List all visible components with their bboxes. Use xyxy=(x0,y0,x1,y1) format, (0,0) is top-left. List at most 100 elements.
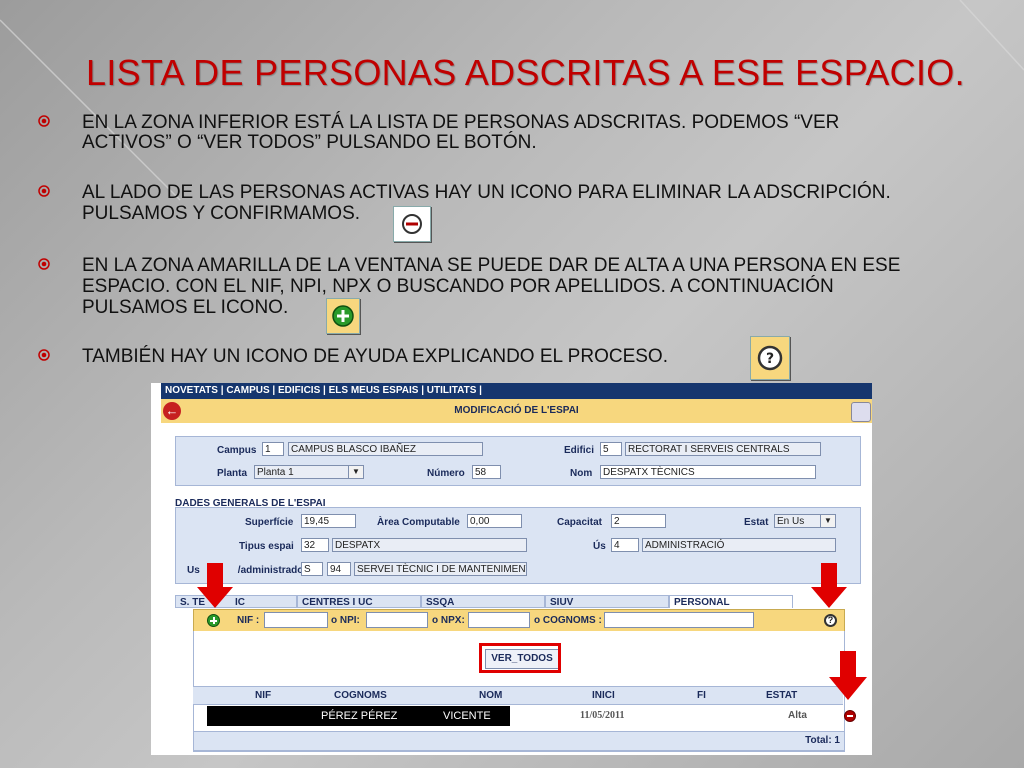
superficie-field[interactable]: 19,45 xyxy=(301,514,356,528)
chevron-down-icon[interactable]: ▼ xyxy=(348,466,363,478)
bullet-text: TAMBIÉN HAY UN ICONO DE AYUDA EXPLICANDO… xyxy=(82,346,668,367)
admin-label-part: /administrador xyxy=(237,565,308,576)
estat-label: Estat xyxy=(744,517,769,528)
tab-personal[interactable]: PERSONAL xyxy=(669,595,793,608)
bullet-text: EN LA ZONA INFERIOR ESTÁ LA LISTA DE PER… xyxy=(82,112,840,133)
admin-code2-field[interactable]: 94 xyxy=(327,562,351,576)
estat-cell: Alta xyxy=(788,710,807,721)
bullet-text: AL LADO DE LAS PERSONAS ACTIVAS HAY UN I… xyxy=(82,182,891,203)
remove-person-icon[interactable] xyxy=(844,710,856,722)
plus-circle-icon xyxy=(332,305,354,327)
area-label: Àrea Computable xyxy=(377,517,460,528)
capacitat-label: Capacitat xyxy=(557,517,603,528)
nom-field[interactable]: DESPATX TÈCNICS xyxy=(600,465,816,479)
campus-label: Campus xyxy=(217,445,257,456)
cognoms-label: o COGNOMS : xyxy=(534,615,602,626)
highlight-box xyxy=(479,643,561,673)
remove-icon-sample xyxy=(393,206,431,242)
edifici-label: Edifici xyxy=(564,445,595,456)
column-header: INICI xyxy=(592,690,615,701)
help-icon[interactable]: ? xyxy=(824,614,837,627)
campus-code-field[interactable]: 1 xyxy=(262,442,284,456)
npx-label: o NPX: xyxy=(432,615,465,626)
table-footer: Total: 1 xyxy=(193,731,845,751)
campus-name-field[interactable]: CAMPUS BLASCO IBAÑEZ xyxy=(288,442,483,456)
bullet-icon xyxy=(38,349,50,361)
admin-code1-field[interactable]: S xyxy=(301,562,323,576)
red-arrow-icon xyxy=(829,651,867,700)
estat-select[interactable]: En Us ▼ xyxy=(774,514,836,528)
help-icon: ? xyxy=(757,345,783,371)
superficie-label: Superfície xyxy=(245,517,294,528)
table-row: PÉREZ PÉREZ VICENTE 11/05/2011 Alta xyxy=(207,706,856,726)
nif-label: NIF : xyxy=(237,615,260,626)
slide-title: LISTA DE PERSONAS ADSCRITAS A ESE ESPACI… xyxy=(86,52,965,93)
numero-label: Número xyxy=(427,468,465,479)
edifici-name-field[interactable]: RECTORAT I SERVEIS CENTRALS xyxy=(625,442,821,456)
tab-ssqa[interactable]: SSQA xyxy=(421,595,545,608)
bullet-icon xyxy=(38,185,50,197)
nif-input[interactable] xyxy=(264,612,328,628)
tab-label: SSQA xyxy=(426,597,455,608)
bullet-text: EN LA ZONA AMARILLA DE LA VENTANA SE PUE… xyxy=(82,255,901,276)
planta-value: Planta 1 xyxy=(257,467,294,478)
column-header: COGNOMS xyxy=(334,690,387,701)
bullet-icon xyxy=(38,258,50,270)
app-screenshot: NOVETATS | CAMPUS | EDIFICIS | ELS MEUS … xyxy=(151,383,872,755)
bullet-text: ACTIVOS” O “VER TODOS” PULSANDO EL BOTÓN… xyxy=(82,132,537,153)
us-label: Ús xyxy=(593,541,606,552)
numero-field[interactable]: 58 xyxy=(472,465,501,479)
print-icon[interactable] xyxy=(851,402,871,422)
area-field[interactable]: 0,00 xyxy=(467,514,522,528)
column-header: NOM xyxy=(479,690,503,701)
tipus-name-field[interactable]: DESPATX xyxy=(332,538,527,552)
chevron-down-icon[interactable]: ▼ xyxy=(820,515,835,527)
us-name-field[interactable]: ADMINISTRACIÓ xyxy=(642,538,836,552)
edifici-code-field[interactable]: 5 xyxy=(600,442,622,456)
tab-serveis-tecnics[interactable]: S. TE IC xyxy=(175,595,297,608)
cognoms-input[interactable] xyxy=(604,612,754,628)
cognoms-cell: PÉREZ PÉREZ xyxy=(321,710,398,722)
npi-input[interactable] xyxy=(366,612,428,628)
inici-cell: 11/05/2011 xyxy=(580,710,625,721)
nom-cell: VICENTE xyxy=(443,710,491,722)
nav-links[interactable]: NOVETATS | CAMPUS | EDIFICIS | ELS MEUS … xyxy=(161,385,482,396)
window-header: MODIFICACIÓ DE L'ESPAI xyxy=(161,399,872,423)
us-code-field[interactable]: 4 xyxy=(611,538,639,552)
tab-label: CENTRES I UC xyxy=(302,597,373,608)
tab-centres[interactable]: CENTRES I UC xyxy=(297,595,421,608)
minus-circle-icon xyxy=(402,214,422,234)
estat-value: En Us xyxy=(777,516,805,527)
column-header: FI xyxy=(697,690,706,701)
help-icon-sample: ? xyxy=(750,336,790,380)
top-nav[interactable]: NOVETATS | CAMPUS | EDIFICIS | ELS MEUS … xyxy=(161,383,872,399)
svg-text:?: ? xyxy=(766,351,774,367)
table-header: NIF COGNOMS NOM INICI FI ESTAT xyxy=(193,686,843,705)
bullet-text: PULSAMOS Y CONFIRMAMOS. xyxy=(82,203,361,224)
tab-siuv[interactable]: SIUV xyxy=(545,595,669,608)
bullet-text: ESPACIO. CON EL NIF, NPI, NPX O BUSCANDO… xyxy=(82,276,834,297)
add-icon-sample xyxy=(326,298,360,334)
window-title: MODIFICACIÓ DE L'ESPAI xyxy=(454,405,579,416)
add-person-icon[interactable] xyxy=(207,614,220,627)
planta-label: Planta xyxy=(217,468,248,479)
tab-label: IC xyxy=(235,597,246,608)
npi-label: o NPI: xyxy=(331,615,360,626)
tab-label: SIUV xyxy=(550,597,574,608)
planta-select[interactable]: Planta 1 ▼ xyxy=(254,465,364,479)
admin-name-field[interactable]: SERVEI TÈCNIC I DE MANTENIMENT xyxy=(354,562,527,576)
bullet-text: PULSAMOS EL ICONO. xyxy=(82,297,289,318)
capacitat-field[interactable]: 2 xyxy=(611,514,666,528)
nom-label: Nom xyxy=(570,468,593,479)
back-arrow-icon[interactable]: ← xyxy=(163,402,181,420)
column-header: NIF xyxy=(255,690,272,701)
column-header: ESTAT xyxy=(766,690,798,701)
red-arrow-icon xyxy=(811,563,847,608)
tipus-label: Tipus espai xyxy=(239,541,294,552)
total-count: Total: 1 xyxy=(805,735,840,746)
npx-input[interactable] xyxy=(468,612,530,628)
red-arrow-icon xyxy=(197,563,233,608)
tipus-code-field[interactable]: 32 xyxy=(301,538,329,552)
person-name-cell: PÉREZ PÉREZ VICENTE xyxy=(207,706,510,726)
tab-label: PERSONAL xyxy=(674,597,730,608)
